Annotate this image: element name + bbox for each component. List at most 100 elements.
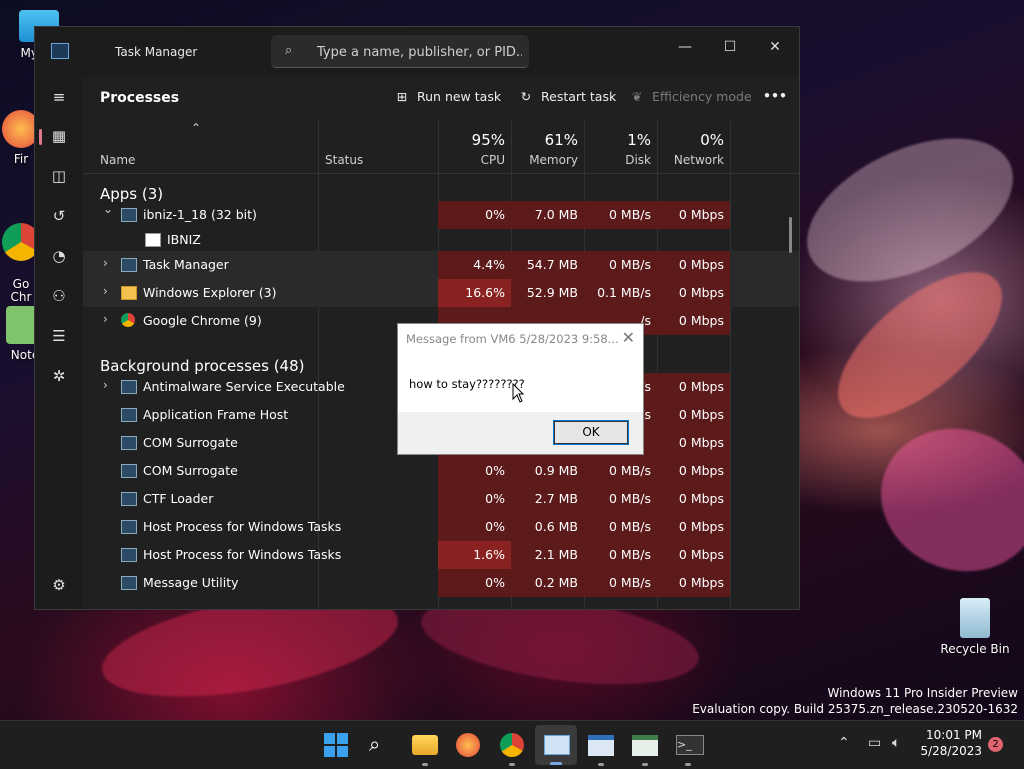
startup-apps-icon[interactable]: ◔ bbox=[47, 244, 71, 268]
minimize-button[interactable]: — bbox=[665, 33, 705, 61]
cell-network: 0 Mbps bbox=[657, 513, 730, 541]
toolbar: Processes ⊞ Run new task ↻ Restart task ❦ E… bbox=[83, 77, 799, 121]
terminal-icon[interactable]: >_ bbox=[676, 735, 704, 755]
cell-network: 0 Mbps bbox=[657, 569, 730, 597]
cell-memory: 0.2 MB bbox=[511, 569, 584, 597]
page-title: Processes bbox=[100, 90, 180, 106]
chevron-right-icon[interactable]: › bbox=[103, 312, 108, 326]
volume-icon[interactable]: 🔈︎ bbox=[892, 735, 900, 751]
firefox-icon[interactable] bbox=[456, 733, 480, 757]
ok-button[interactable]: OK bbox=[553, 420, 629, 445]
process-icon bbox=[121, 548, 137, 562]
settings-gear-icon[interactable]: ⚙ bbox=[47, 573, 71, 597]
process-name: COM Surrogate bbox=[143, 435, 238, 450]
cell-memory: 54.7 MB bbox=[511, 251, 584, 279]
column-status[interactable]: Status bbox=[325, 153, 363, 167]
chevron-right-icon[interactable]: › bbox=[103, 284, 108, 298]
file-explorer-icon[interactable] bbox=[412, 735, 438, 755]
window-title: Task Manager bbox=[115, 45, 198, 59]
table-row[interactable]: ⌄ ibniz-1_18 (32 bit) 0% 7.0 MB 0 MB/s 0 Mbps bbox=[83, 201, 799, 229]
selected-indicator bbox=[39, 129, 42, 145]
cell-cpu: 4.4% bbox=[438, 251, 511, 279]
dialog-title-bar[interactable]: Message from VM6 5/28/2023 9:58... ✕ bbox=[398, 324, 643, 354]
table-row[interactable]: Host Process for Windows Tasks 0% 0.6 MB 0 … bbox=[83, 513, 799, 541]
cell-disk: 0 MB/s bbox=[584, 513, 657, 541]
process-icon bbox=[145, 233, 161, 247]
table-row[interactable]: › Windows Explorer (3) 16.6% 52.9 MB 0.1 MB/… bbox=[83, 279, 799, 307]
restart-task-button[interactable]: ↻ Restart task bbox=[517, 89, 616, 104]
cell-cpu: 16.6% bbox=[438, 279, 511, 307]
cpu-total: 95% bbox=[471, 131, 505, 149]
chevron-down-icon[interactable]: ⌄ bbox=[103, 202, 113, 216]
efficiency-mode-button[interactable]: ❦ Efficiency mode bbox=[628, 89, 752, 104]
cell-memory: 7.0 MB bbox=[511, 201, 584, 229]
task-manager-taskbar-button[interactable] bbox=[535, 725, 577, 765]
show-hidden-icons-chevron-icon[interactable]: ⌃ bbox=[838, 735, 850, 751]
running-indicator bbox=[509, 763, 515, 766]
cell-memory: 2.7 MB bbox=[511, 485, 584, 513]
cell-cpu: 0% bbox=[438, 569, 511, 597]
table-row[interactable]: Host Process for Windows Tasks 1.6% 2.1 MB… bbox=[83, 541, 799, 569]
desktop-icon-recycle-bin[interactable]: Recycle Bin bbox=[940, 598, 1010, 656]
process-name: Task Manager bbox=[143, 257, 229, 272]
network-icon[interactable]: ▭ bbox=[868, 735, 881, 751]
table-row[interactable]: › Task Manager 4.4% 54.7 MB 0 MB/s 0 Mbps bbox=[83, 251, 799, 279]
process-name: ibniz-1_18 (32 bit) bbox=[143, 207, 257, 222]
hamburger-menu-icon[interactable]: ≡ bbox=[47, 85, 71, 109]
clock[interactable]: 10:01 PM 5/28/2023 bbox=[920, 727, 982, 759]
column-header-row: ⌃ Name Status 95% CPU 61% Memory 1% Disk… bbox=[83, 121, 799, 174]
cell-network: 0 Mbps bbox=[657, 457, 730, 485]
dialog-close-icon[interactable]: ✕ bbox=[622, 328, 635, 347]
chevron-right-icon[interactable]: › bbox=[103, 256, 108, 270]
maximize-button[interactable]: ☐ bbox=[710, 33, 750, 61]
column-name[interactable]: Name bbox=[100, 153, 135, 167]
column-cpu[interactable]: CPU bbox=[439, 153, 505, 167]
cell-disk: 0 MB/s bbox=[584, 569, 657, 597]
details-icon[interactable]: ☰ bbox=[47, 324, 71, 348]
process-icon bbox=[121, 576, 137, 590]
processes-icon[interactable]: ▦ bbox=[47, 124, 71, 148]
cell-network: 0 Mbps bbox=[657, 401, 730, 429]
search-box[interactable]: ⌕ bbox=[271, 35, 529, 68]
scrollbar-thumb[interactable] bbox=[789, 217, 792, 253]
performance-icon[interactable]: ◫ bbox=[47, 164, 71, 188]
close-button[interactable]: ✕ bbox=[755, 33, 795, 61]
users-icon[interactable]: ⚇ bbox=[47, 284, 71, 308]
app-window-icon[interactable] bbox=[588, 735, 614, 756]
cell-network bbox=[657, 226, 730, 254]
run-new-task-button[interactable]: ⊞ Run new task bbox=[393, 89, 501, 104]
cell-network: 0 Mbps bbox=[657, 541, 730, 569]
table-row[interactable]: CTF Loader 0% 2.7 MB 0 MB/s 0 Mbps bbox=[83, 485, 799, 513]
column-network[interactable]: Network bbox=[658, 153, 724, 167]
services-icon[interactable]: ✲ bbox=[47, 364, 71, 388]
start-windows-icon[interactable] bbox=[324, 733, 348, 757]
cell-memory bbox=[511, 226, 584, 254]
sort-arrow-icon: ⌃ bbox=[191, 121, 202, 135]
notepad-icon[interactable] bbox=[632, 735, 658, 756]
disk-total: 1% bbox=[627, 131, 651, 149]
table-row[interactable]: COM Surrogate 0% 0.9 MB 0 MB/s 0 Mbps bbox=[83, 457, 799, 485]
cell-network: 0 Mbps bbox=[657, 279, 730, 307]
column-memory[interactable]: Memory bbox=[513, 153, 578, 167]
cell-network: 0 Mbps bbox=[657, 201, 730, 229]
process-icon bbox=[121, 520, 137, 534]
table-row[interactable]: IBNIZ bbox=[83, 226, 799, 254]
notification-badge[interactable]: 2 bbox=[988, 737, 1003, 752]
table-row[interactable]: Message Utility 0% 0.2 MB 0 MB/s 0 Mbps bbox=[83, 569, 799, 597]
column-disk[interactable]: Disk bbox=[586, 153, 651, 167]
search-icon: ⌕ bbox=[285, 43, 293, 58]
process-name: Antimalware Service Executable bbox=[143, 379, 345, 394]
run-task-icon: ⊞ bbox=[396, 89, 408, 104]
more-options-button[interactable]: ••• bbox=[763, 88, 787, 103]
chevron-right-icon[interactable]: › bbox=[103, 378, 108, 392]
process-icon bbox=[121, 436, 137, 450]
leaf-icon: ❦ bbox=[631, 89, 643, 104]
cell-memory: 0.6 MB bbox=[511, 513, 584, 541]
title-bar[interactable]: Task Manager ⌕ — ☐ ✕ bbox=[35, 27, 799, 77]
running-indicator bbox=[685, 763, 691, 766]
chrome-icon[interactable] bbox=[500, 733, 524, 757]
search-input[interactable] bbox=[315, 41, 524, 63]
app-history-icon[interactable]: ↺ bbox=[47, 204, 71, 228]
search-icon[interactable]: ⌕ bbox=[369, 733, 395, 757]
run-new-task-label: Run new task bbox=[417, 89, 502, 104]
